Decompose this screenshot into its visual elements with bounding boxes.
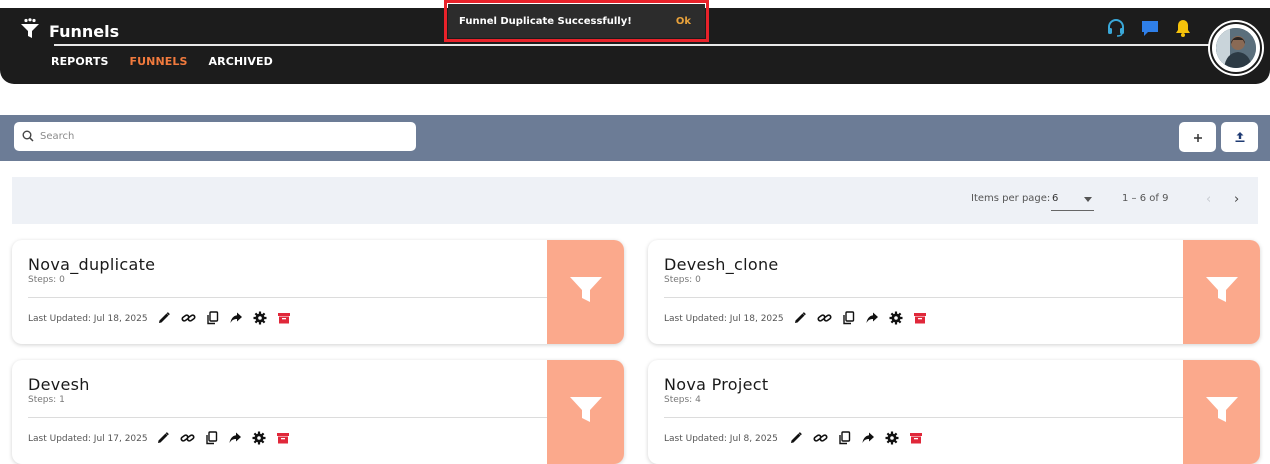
- avatar-photo: [1216, 28, 1256, 68]
- copy-icon[interactable]: [842, 311, 855, 325]
- page-size-select[interactable]: 6: [1051, 193, 1094, 211]
- copy-icon[interactable]: [205, 431, 218, 445]
- bell-icon[interactable]: [1174, 18, 1192, 38]
- tab-reports[interactable]: REPORTS: [51, 55, 109, 68]
- funnel-icon: [569, 276, 603, 308]
- snackbar-toast: Funnel Duplicate Successfully! Ok: [448, 4, 705, 38]
- funnel-logo-icon: [20, 18, 40, 44]
- nav-divider: [54, 44, 1214, 46]
- user-avatar[interactable]: [1210, 22, 1262, 74]
- card-divider: [664, 417, 1183, 418]
- funnel-card[interactable]: Devesh Steps: 1 Last Updated: Jul 17, 20…: [12, 360, 624, 464]
- card-actions: [789, 431, 923, 445]
- settings-icon[interactable]: [253, 311, 267, 325]
- settings-icon[interactable]: [885, 431, 899, 445]
- funnel-icon: [1205, 276, 1239, 308]
- edit-icon[interactable]: [793, 311, 807, 325]
- card-actions: [793, 311, 927, 325]
- search-icon: [22, 127, 34, 146]
- archive-icon[interactable]: [276, 431, 290, 445]
- funnel-thumbnail[interactable]: [1183, 240, 1260, 344]
- archive-icon[interactable]: [913, 311, 927, 325]
- upload-button[interactable]: [1221, 122, 1258, 152]
- funnel-icon: [569, 396, 603, 428]
- share-icon[interactable]: [861, 431, 875, 445]
- edit-icon[interactable]: [156, 431, 170, 445]
- card-divider: [28, 297, 547, 298]
- funnel-card[interactable]: Devesh_clone Steps: 0 Last Updated: Jul …: [648, 240, 1260, 344]
- funnel-name[interactable]: Nova_duplicate: [28, 255, 155, 274]
- nav-tabs: REPORTS FUNNELS ARCHIVED: [51, 55, 273, 68]
- settings-icon[interactable]: [889, 311, 903, 325]
- copy-icon[interactable]: [838, 431, 851, 445]
- funnel-card[interactable]: Nova Project Steps: 4 Last Updated: Jul …: [648, 360, 1260, 464]
- funnel-thumbnail[interactable]: [547, 360, 624, 464]
- items-per-page-label: Items per page:: [971, 193, 1051, 204]
- funnel-card[interactable]: Nova_duplicate Steps: 0 Last Updated: Ju…: [12, 240, 624, 344]
- funnel-thumbnail[interactable]: [547, 240, 624, 344]
- chevron-down-icon: [1084, 197, 1092, 202]
- chat-icon[interactable]: [1140, 18, 1160, 38]
- share-icon[interactable]: [865, 311, 879, 325]
- funnel-steps: Steps: 0: [28, 275, 65, 285]
- add-funnel-button[interactable]: [1179, 122, 1216, 152]
- last-updated: Last Updated: Jul 8, 2025: [664, 434, 778, 444]
- card-divider: [664, 297, 1183, 298]
- share-icon[interactable]: [229, 311, 243, 325]
- card-actions: [157, 311, 291, 325]
- funnel-steps: Steps: 1: [28, 395, 65, 405]
- link-icon[interactable]: [813, 431, 828, 445]
- link-icon[interactable]: [181, 311, 196, 325]
- archive-icon[interactable]: [909, 431, 923, 445]
- settings-icon[interactable]: [252, 431, 266, 445]
- header-icons: [1106, 18, 1192, 38]
- funnel-steps: Steps: 0: [664, 275, 701, 285]
- funnel-name[interactable]: Devesh: [28, 375, 90, 394]
- funnel-name[interactable]: Nova Project: [664, 375, 768, 394]
- next-page-icon[interactable]: ›: [1234, 192, 1239, 207]
- archive-icon[interactable]: [277, 311, 291, 325]
- funnel-name[interactable]: Devesh_clone: [664, 255, 779, 274]
- share-icon[interactable]: [228, 431, 242, 445]
- upload-icon: [1234, 128, 1246, 147]
- toast-ok-button[interactable]: Ok: [676, 16, 691, 27]
- tab-funnels[interactable]: FUNNELS: [130, 55, 188, 68]
- tab-archived[interactable]: ARCHIVED: [209, 55, 273, 68]
- search-box[interactable]: [14, 122, 416, 151]
- funnel-steps: Steps: 4: [664, 395, 701, 405]
- link-icon[interactable]: [180, 431, 195, 445]
- edit-icon[interactable]: [789, 431, 803, 445]
- edit-icon[interactable]: [157, 311, 171, 325]
- link-icon[interactable]: [817, 311, 832, 325]
- funnel-icon: [1205, 396, 1239, 428]
- toast-message: Funnel Duplicate Successfully!: [459, 15, 632, 27]
- previous-page-icon[interactable]: ‹: [1206, 192, 1211, 207]
- card-actions: [156, 431, 290, 445]
- copy-icon[interactable]: [206, 311, 219, 325]
- page-range: 1 – 6 of 9: [1122, 193, 1169, 204]
- paginator: Items per page: 6 1 – 6 of 9 ‹ ›: [12, 177, 1258, 224]
- last-updated: Last Updated: Jul 18, 2025: [28, 314, 148, 324]
- search-input[interactable]: [38, 130, 402, 143]
- card-divider: [28, 417, 547, 418]
- brand[interactable]: Funnels: [20, 18, 119, 44]
- page-size-value: 6: [1052, 193, 1059, 204]
- funnel-thumbnail[interactable]: [1183, 360, 1260, 464]
- app-title: Funnels: [49, 21, 120, 41]
- last-updated: Last Updated: Jul 17, 2025: [28, 434, 148, 444]
- last-updated: Last Updated: Jul 18, 2025: [664, 314, 784, 324]
- funnel-toolbar: [0, 115, 1270, 161]
- headset-icon[interactable]: [1106, 18, 1126, 38]
- plus-icon: [1193, 128, 1203, 147]
